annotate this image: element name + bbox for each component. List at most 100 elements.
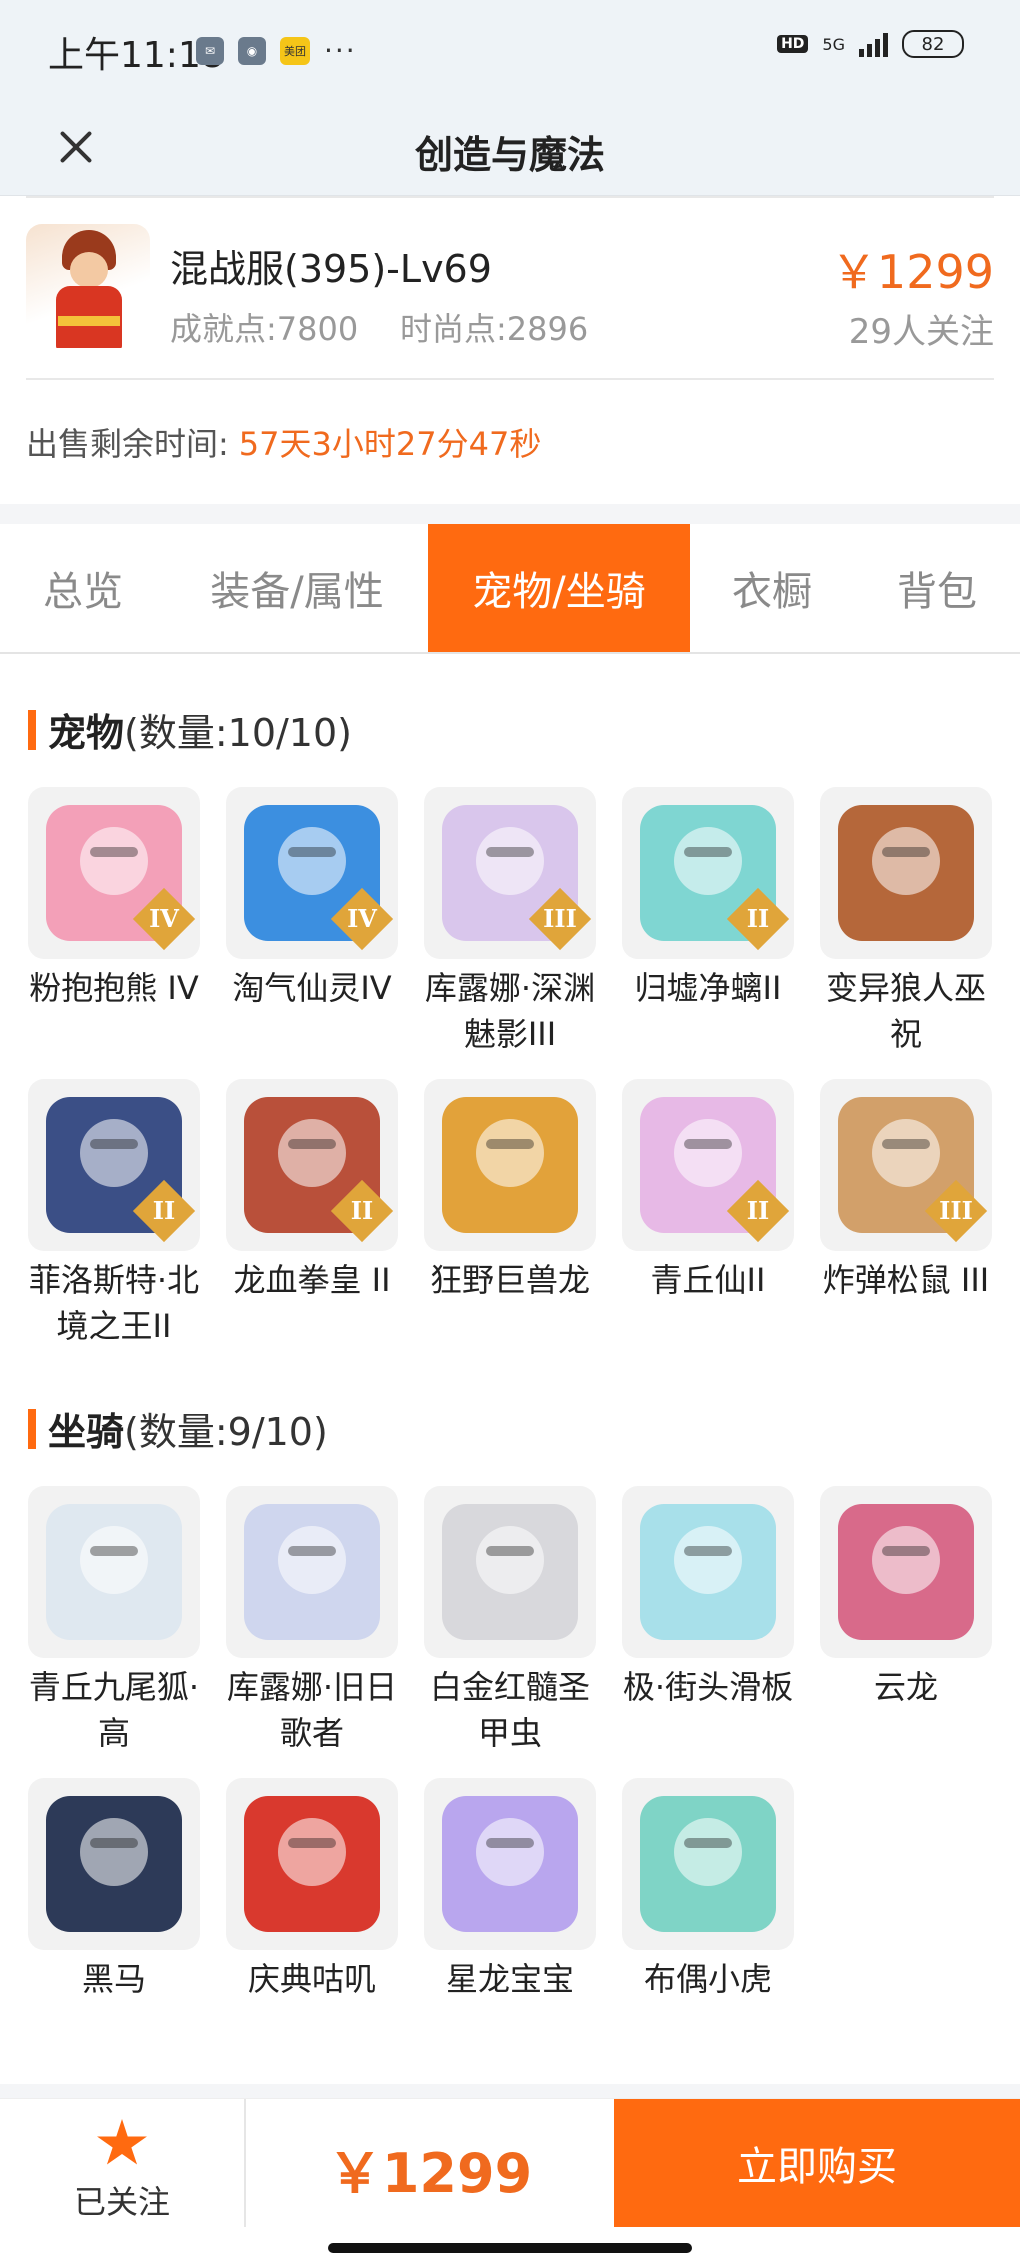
pets-mounts-panel: 宠物 (数量:10/10) IV 粉抱抱熊 IV IV 淘气仙灵IV III 库露娜·深渊魅… [0,654,1020,2084]
more-dots-icon: ··· [324,34,357,67]
meituan-icon: 美团 [280,36,310,65]
mount-item[interactable]: 极·街头滑板 [622,1486,794,1756]
mount-thumbnail [622,1778,794,1950]
hd-badge: HD [777,35,809,53]
pet-name: 龙血拳皇 II [233,1261,391,1299]
pet-name: 粉抱抱熊 IV [29,969,199,1007]
pet-item[interactable]: II 青丘仙II [622,1079,794,1349]
signal-icon [859,31,888,57]
mount-name: 云龙 [873,1668,938,1706]
tab-wardrobe[interactable]: 衣橱 [690,524,854,652]
mount-thumbnail [424,1486,596,1658]
mount-item[interactable]: 云龙 [820,1486,992,1756]
pet-item[interactable]: 狂野巨兽龙 [424,1079,596,1349]
mount-thumbnail [226,1486,398,1658]
pet-item[interactable]: II 龙血拳皇 II [226,1079,398,1349]
pet-name: 狂野巨兽龙 [429,1261,590,1299]
follow-button[interactable]: 已关注 [0,2099,244,2229]
star-icon [97,2119,147,2165]
mount-item[interactable]: 白金红髓圣甲虫 [424,1486,596,1756]
pet-thumbnail: II [226,1079,398,1251]
mounts-section-title: 坐骑 (数量:9/10) [28,1401,992,1456]
tier-badge: II [726,887,790,951]
remaining-label: 出售剩余时间: [26,425,229,463]
mount-name: 青丘九尾狐·高 [28,1668,200,1752]
pet-item[interactable]: IV 淘气仙灵IV [226,787,398,1057]
remaining-value: 57天3小时27分47秒 [238,425,542,463]
tab-bar: 总览 装备/属性 宠物/坐骑 衣橱 背包 [0,524,1020,654]
mount-item[interactable]: 库露娜·旧日歌者 [226,1486,398,1756]
mount-thumbnail [226,1778,398,1950]
pet-item[interactable]: II 菲洛斯特·北境之王II [28,1079,200,1349]
tab-equipment[interactable]: 装备/属性 [166,524,428,652]
mount-item[interactable]: 星龙宝宝 [424,1778,596,2002]
mount-image [442,1796,578,1932]
mount-item[interactable]: 庆典咕叽 [226,1778,398,2002]
pet-item[interactable]: IV 粉抱抱熊 IV [28,787,200,1057]
pet-thumbnail: III [424,787,596,959]
mount-name: 星龙宝宝 [445,1960,574,1998]
pet-thumbnail: III [820,1079,992,1251]
mount-image [640,1796,776,1932]
tier-badge: IV [132,887,196,951]
mount-name: 白金红髓圣甲虫 [429,1668,590,1752]
mount-thumbnail [622,1486,794,1658]
pet-thumbnail: IV [226,787,398,959]
mount-item[interactable]: 黑马 [28,1778,200,2002]
status-bar: 上午11:18 ✉ ◉ 美团 ··· HD 5G 82 [0,0,1020,100]
pet-item[interactable]: II 归墟净螭II [622,787,794,1057]
bottom-price: ￥1299 [327,2142,533,2205]
mail-icon: ✉ [196,36,224,65]
product-price: ￥1299 [830,245,994,299]
mount-name: 库露娜·旧日歌者 [226,1668,398,1752]
pet-thumbnail [424,1079,596,1251]
pet-name: 炸弹松鼠 III [822,1261,990,1299]
mount-name: 布偶小虎 [643,1960,772,1998]
character-avatar [26,224,150,348]
mount-image [244,1796,380,1932]
tier-badge: II [726,1179,790,1243]
tab-pets-mounts[interactable]: 宠物/坐骑 [428,524,690,652]
pet-image [838,805,974,941]
app-icon: ◉ [238,36,266,65]
pet-thumbnail: IV [28,787,200,959]
page-title: 创造与魔法 [414,133,605,177]
mount-image [46,1504,182,1640]
pet-name: 归墟净螭II [634,969,782,1007]
mounts-grid: 青丘九尾狐·高 库露娜·旧日歌者 白金红髓圣甲虫 极·街头滑板 云龙黑马 庆典咕叽 星龙宝宝… [28,1486,992,2002]
pet-item[interactable]: III 库露娜·深渊魅影III [424,787,596,1057]
pet-thumbnail: II [622,787,794,959]
pet-item[interactable]: 变异狼人巫祝 [820,787,992,1057]
buy-now-button[interactable]: 立即购买 [614,2099,1020,2227]
follow-label: 已关注 [73,2183,170,2221]
product-name: 混战服(395)-Lv69 [170,247,492,291]
mount-thumbnail [28,1486,200,1658]
mount-name: 庆典咕叽 [247,1960,376,1998]
mount-image [442,1504,578,1640]
tier-badge: II [132,1179,196,1243]
tier-badge: III [528,887,592,951]
mount-name: 黑马 [81,1960,146,1998]
bottom-bar: 已关注 ￥1299 立即购买 [0,2098,1020,2267]
fashion-points: 时尚点:2896 [400,310,589,348]
pet-thumbnail [820,787,992,959]
mount-image [46,1796,182,1932]
mount-item[interactable]: 青丘九尾狐·高 [28,1486,200,1756]
pet-name: 菲洛斯特·北境之王II [28,1261,200,1345]
nav-bar: 创造与魔法 [0,100,1020,196]
network-label: 5G [822,34,845,54]
tab-bag[interactable]: 背包 [854,524,1020,652]
pet-item[interactable]: III 炸弹松鼠 III [820,1079,992,1349]
tier-badge: III [924,1179,988,1243]
tier-badge: II [330,1179,394,1243]
home-indicator [328,2243,692,2253]
mount-item[interactable]: 布偶小虎 [622,1778,794,2002]
pets-grid: IV 粉抱抱熊 IV IV 淘气仙灵IV III 库露娜·深渊魅影III II 归墟净螭II 变… [28,787,992,1349]
tier-badge: IV [330,887,394,951]
pet-name: 淘气仙灵IV [232,969,392,1007]
mount-name: 极·街头滑板 [622,1668,794,1706]
product-card: 混战服(395)-Lv69 成就点:7800 时尚点:2896 ￥1299 29… [0,196,1020,504]
tab-overview[interactable]: 总览 [0,524,166,652]
pet-thumbnail: II [28,1079,200,1251]
mount-thumbnail [820,1486,992,1658]
